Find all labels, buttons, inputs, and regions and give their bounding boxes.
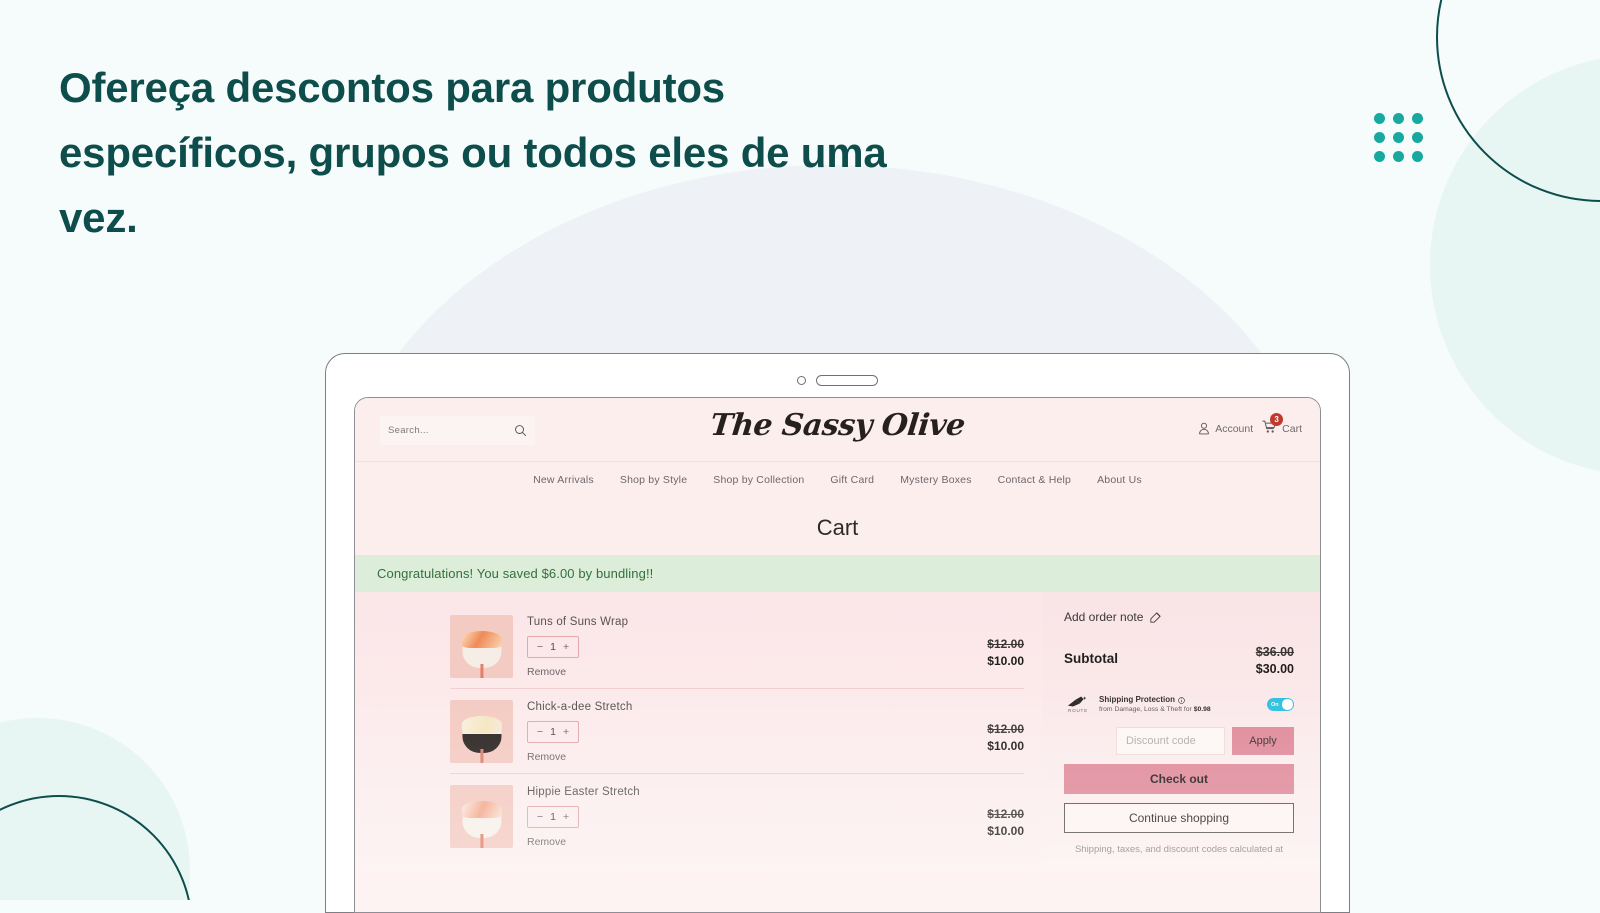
subtotal-label: Subtotal bbox=[1064, 651, 1118, 666]
qty-value: 1 bbox=[550, 811, 556, 823]
header-actions: Account 3 Cart bbox=[1198, 413, 1302, 437]
cart-body: Tuns of Suns Wrap − 1 + Remove $12.00 $1… bbox=[355, 592, 1320, 872]
shipping-protection-detail: from Damage, Loss & Theft for bbox=[1099, 706, 1194, 713]
account-label: Account bbox=[1215, 422, 1254, 435]
qty-decrease-button[interactable]: − bbox=[537, 641, 543, 653]
laptop-notch bbox=[325, 370, 1350, 390]
route-brand-label: ROUTE bbox=[1067, 708, 1089, 714]
nav-item-about-us[interactable]: About Us bbox=[1097, 474, 1142, 486]
cart-items-list: Tuns of Suns Wrap − 1 + Remove $12.00 $1… bbox=[355, 592, 1042, 872]
cart-item-row: Tuns of Suns Wrap − 1 + Remove $12.00 $1… bbox=[450, 604, 1024, 689]
nav-item-mystery-boxes[interactable]: Mystery Boxes bbox=[900, 474, 971, 486]
checkout-button[interactable]: Check out bbox=[1064, 764, 1294, 795]
cart-icon-wrap[interactable]: 3 bbox=[1262, 413, 1284, 437]
toggle-state-label: On bbox=[1271, 701, 1279, 708]
order-summary-panel: Add order note Subtotal $36.00 $30.00 RO… bbox=[1042, 592, 1320, 872]
product-thumbnail[interactable] bbox=[450, 785, 513, 848]
qty-value: 1 bbox=[550, 641, 556, 653]
nav-item-shop-by-style[interactable]: Shop by Style bbox=[620, 474, 687, 486]
nav-item-new-arrivals[interactable]: New Arrivals bbox=[533, 474, 594, 486]
price-discounted: $10.00 bbox=[987, 739, 1024, 753]
user-icon bbox=[1199, 422, 1210, 435]
cart-item-row: Hippie Easter Stretch − 1 + Remove $12.0… bbox=[450, 774, 1024, 858]
browser-screen: Search... The Sassy Olive Account 3 Cart… bbox=[354, 397, 1321, 913]
store-nav: New Arrivals Shop by Style Shop by Colle… bbox=[355, 461, 1320, 498]
price-block: $12.00 $10.00 bbox=[952, 785, 1024, 838]
qty-value: 1 bbox=[550, 726, 556, 738]
store-header: Search... The Sassy Olive Account 3 Cart bbox=[355, 398, 1320, 461]
shipping-protection-row: ROUTE Shipping Protection from Damage, L… bbox=[1064, 695, 1294, 714]
price-original: $12.00 bbox=[987, 807, 1024, 821]
remove-item-link[interactable]: Remove bbox=[527, 836, 938, 848]
info-icon[interactable] bbox=[1178, 696, 1185, 704]
route-mark-icon bbox=[1067, 696, 1087, 707]
price-block: $12.00 $10.00 bbox=[952, 700, 1024, 753]
add-order-note-label: Add order note bbox=[1064, 610, 1144, 624]
route-logo: ROUTE bbox=[1064, 696, 1092, 713]
camera-icon bbox=[797, 375, 806, 385]
remove-item-link[interactable]: Remove bbox=[527, 751, 938, 763]
price-block: $12.00 $10.00 bbox=[952, 615, 1024, 668]
qty-decrease-button[interactable]: − bbox=[537, 811, 543, 823]
account-link[interactable]: Account bbox=[1198, 422, 1253, 435]
price-discounted: $10.00 bbox=[987, 654, 1024, 668]
quantity-stepper[interactable]: − 1 + bbox=[527, 636, 580, 658]
brand-logo[interactable]: The Sassy Olive bbox=[355, 408, 1320, 443]
shipping-protection-title: Shipping Protection bbox=[1099, 695, 1175, 704]
apply-discount-button[interactable]: Apply bbox=[1232, 727, 1294, 756]
shipping-protection-price: $0.98 bbox=[1193, 706, 1211, 713]
price-discounted: $10.00 bbox=[987, 824, 1024, 838]
edit-note-icon[interactable] bbox=[1150, 611, 1162, 623]
product-thumbnail[interactable] bbox=[450, 700, 513, 763]
toggle-knob bbox=[1282, 699, 1293, 711]
discount-placeholder: Discount code bbox=[1126, 735, 1196, 748]
speaker-slot-icon bbox=[816, 374, 878, 386]
page-title: Cart bbox=[355, 498, 1320, 555]
quantity-stepper[interactable]: − 1 + bbox=[527, 806, 580, 828]
price-original: $12.00 bbox=[987, 637, 1024, 651]
discount-row: Discount code Apply bbox=[1064, 727, 1294, 756]
cart-link[interactable]: 3 Cart bbox=[1262, 413, 1302, 437]
nav-item-gift-card[interactable]: Gift Card bbox=[830, 474, 874, 486]
laptop-mockup: Search... The Sassy Olive Account 3 Cart… bbox=[325, 353, 1350, 913]
cart-item-row: Chick-a-dee Stretch − 1 + Remove $12.00 … bbox=[450, 689, 1024, 774]
nav-item-shop-by-collection[interactable]: Shop by Collection bbox=[713, 474, 804, 486]
shipping-protection-toggle[interactable]: On bbox=[1267, 698, 1294, 712]
product-name: Chick-a-dee Stretch bbox=[527, 701, 633, 713]
subtotal-row: Subtotal $36.00 $30.00 bbox=[1064, 645, 1294, 676]
qty-decrease-button[interactable]: − bbox=[537, 726, 543, 738]
checkout-fineprint: Shipping, taxes, and discount codes calc… bbox=[1074, 844, 1284, 856]
remove-item-link[interactable]: Remove bbox=[527, 666, 938, 678]
continue-shopping-button[interactable]: Continue shopping bbox=[1064, 803, 1294, 834]
cart-label: Cart bbox=[1282, 422, 1302, 435]
qty-increase-button[interactable]: + bbox=[563, 726, 569, 738]
qty-increase-button[interactable]: + bbox=[563, 811, 569, 823]
nav-item-contact-help[interactable]: Contact & Help bbox=[998, 474, 1071, 486]
discount-code-input[interactable]: Discount code bbox=[1116, 727, 1225, 756]
product-name: Hippie Easter Stretch bbox=[527, 786, 640, 798]
dot-grid-icon bbox=[1374, 113, 1423, 162]
add-order-note-button[interactable]: Add order note bbox=[1064, 610, 1294, 624]
product-name: Tuns of Suns Wrap bbox=[527, 616, 629, 628]
savings-banner: Congratulations! You saved $6.00 by bund… bbox=[355, 555, 1320, 592]
product-thumbnail[interactable] bbox=[450, 615, 513, 678]
subtotal-original: $36.00 bbox=[1255, 645, 1294, 659]
page-headline: Ofereça descontos para produtos específi… bbox=[59, 64, 887, 242]
subtotal-discounted: $30.00 bbox=[1255, 662, 1294, 676]
price-original: $12.00 bbox=[987, 722, 1024, 736]
quantity-stepper[interactable]: − 1 + bbox=[527, 721, 580, 743]
qty-increase-button[interactable]: + bbox=[563, 641, 569, 653]
